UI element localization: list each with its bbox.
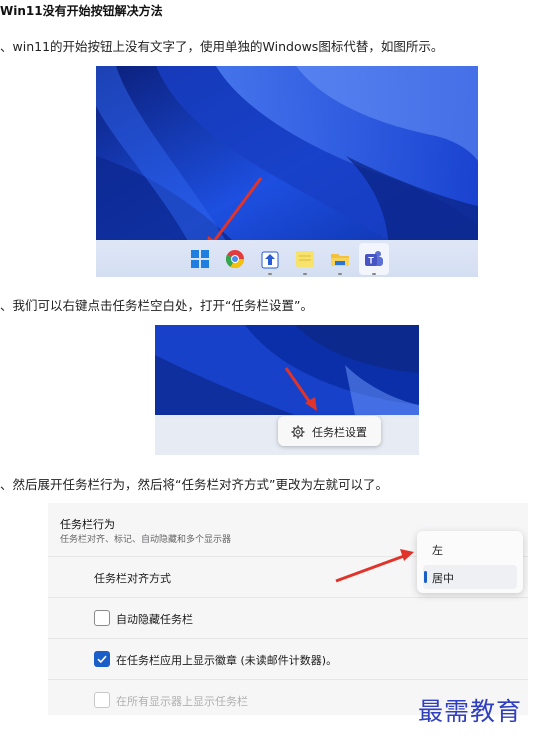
watermark-logo: 最需教育 [418, 697, 523, 726]
gear-icon [291, 424, 305, 439]
alignment-option-left[interactable]: 左 [423, 537, 517, 561]
figure-desktop-taskbar: T [96, 66, 478, 277]
folder-icon[interactable] [329, 248, 351, 270]
chrome-icon[interactable] [224, 248, 246, 270]
step-2-text: 、我们可以右键点击任务栏空白处，打开“任务栏设置”。 [0, 298, 313, 313]
store-upload-icon[interactable] [259, 248, 281, 270]
badges-label: 在任务栏应用上显示徽章 (未读邮件计数器)。 [116, 654, 338, 667]
auto-hide-label: 自动隐藏任务栏 [116, 613, 193, 626]
selection-indicator [424, 571, 427, 583]
badges-checkbox[interactable] [94, 651, 110, 667]
checkbox-row-auto-hide[interactable]: 自动隐藏任务栏 [48, 597, 528, 638]
all-displays-checkbox [94, 692, 110, 708]
teams-icon[interactable]: T [363, 248, 385, 270]
all-displays-label: 在所有显示器上显示任务栏 [116, 695, 248, 708]
alignment-label: 任务栏对齐方式 [94, 572, 171, 585]
windows-start-icon[interactable] [189, 248, 211, 270]
alignment-dropdown[interactable]: 左 居中 [417, 531, 523, 593]
checkbox-row-badges[interactable]: 在任务栏应用上显示徽章 (未读邮件计数器)。 [48, 638, 528, 679]
checkmark-icon [97, 655, 107, 664]
section-subtitle: 任务栏对齐、标记、自动隐藏和多个显示器 [60, 535, 232, 545]
step-1-text: 、win11的开始按钮上没有文字了，使用单独的Windows图标代替，如图所示。 [0, 39, 444, 54]
taskbar: T [96, 240, 478, 277]
taskbar-settings-menu-item[interactable]: 任务栏设置 [312, 424, 367, 440]
figure-taskbar-behaviors: 任务栏行为 任务栏对齐、标记、自动隐藏和多个显示器 任务栏对齐方式 自动隐藏任务… [48, 503, 528, 715]
step-3-text: 、然后展开任务栏行为，然后将“任务栏对齐方式”更改为左就可以了。 [0, 477, 388, 492]
section-title: 任务栏行为 [60, 518, 115, 531]
auto-hide-checkbox[interactable] [94, 610, 110, 626]
alignment-option-center[interactable]: 居中 [423, 565, 517, 589]
article-title: Win11没有开始按钮解决方法 [0, 4, 163, 18]
svg-text:T: T [368, 256, 374, 266]
context-menu: 任务栏设置 [278, 416, 381, 446]
notes-icon[interactable] [294, 248, 316, 270]
figure-taskbar-context-menu: 任务栏设置 [155, 325, 419, 455]
